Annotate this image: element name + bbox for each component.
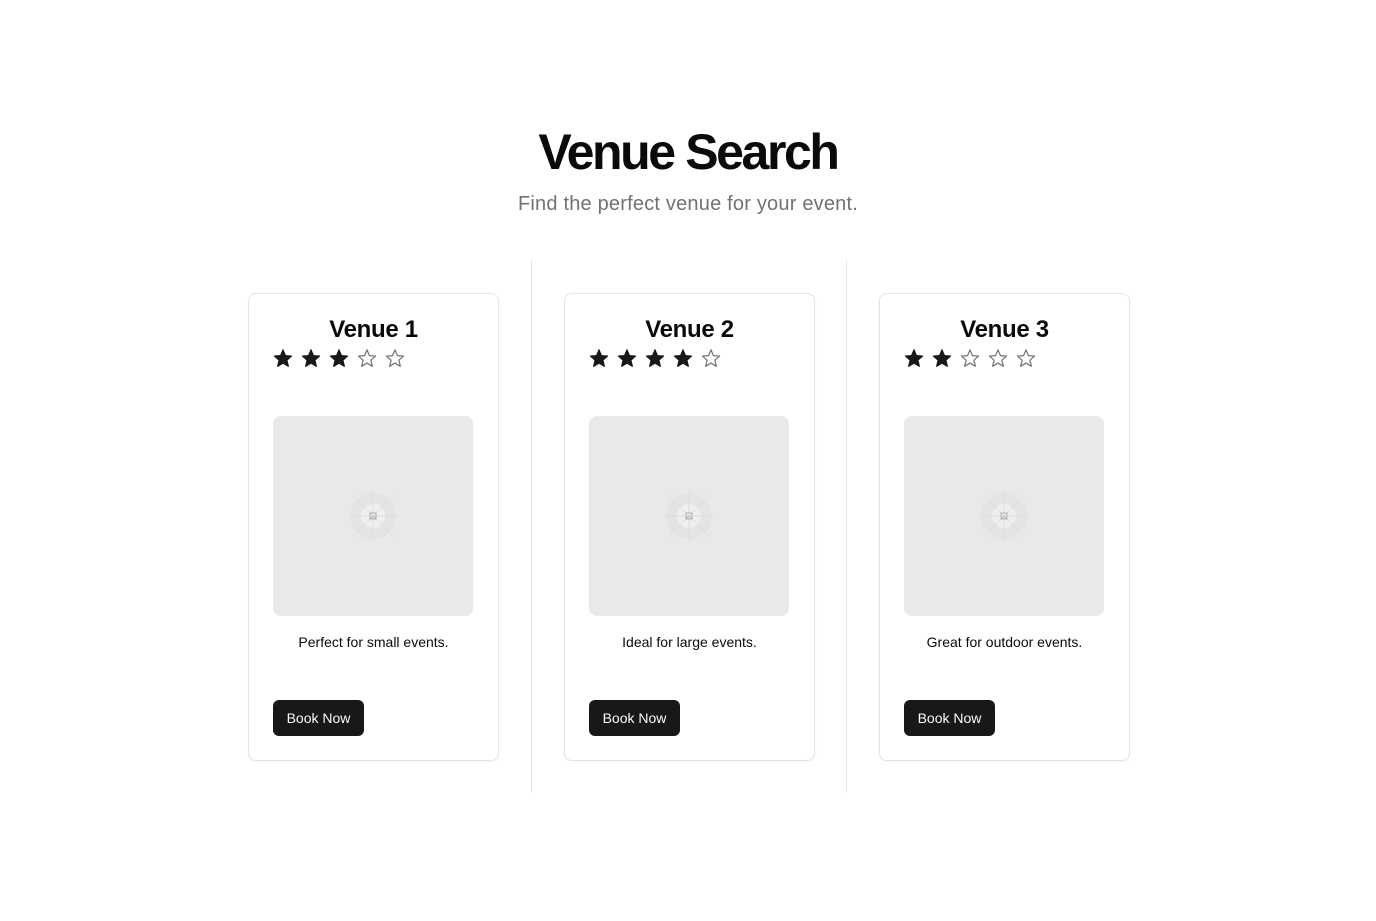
venue-description: Ideal for large events. [622,634,757,650]
venue-card: Venue 1 Perfect for small events. Book N… [248,293,499,761]
venue-title: Venue 1 [329,316,418,343]
star-filled-icon [301,349,321,367]
star-filled-icon [589,349,609,367]
star-empty-icon [988,349,1008,367]
venue-search-page: Venue Search Find the perfect venue for … [0,0,1376,921]
venue-description: Great for outdoor events. [926,634,1083,650]
venue-image-placeholder [904,416,1104,616]
venue-image-placeholder [589,416,789,616]
star-filled-icon [617,349,637,367]
book-now-button[interactable]: Book Now [589,700,680,736]
venue-card: Venue 2 Ideal for large events. Book Now [564,293,815,761]
venue-card: Venue 3 Great for outdoor events. Book N… [879,293,1130,761]
star-empty-icon [1016,349,1036,367]
star-filled-icon [273,349,293,367]
star-empty-icon [701,349,721,367]
venue-title: Venue 3 [960,316,1049,343]
star-rating [273,346,405,370]
column-divider [531,260,532,793]
page-title: Venue Search [538,124,840,180]
venue-image-placeholder [273,416,473,616]
star-empty-icon [385,349,405,367]
venue-description: Perfect for small events. [298,634,449,650]
column-divider [846,260,847,793]
star-filled-icon [932,349,952,367]
venue-title: Venue 2 [645,316,734,343]
star-filled-icon [904,349,924,367]
star-filled-icon [329,349,349,367]
star-filled-icon [673,349,693,367]
star-rating [589,346,721,370]
star-empty-icon [357,349,377,367]
page-subtitle: Find the perfect venue for your event. [517,193,858,215]
book-now-button[interactable]: Book Now [904,700,995,736]
star-rating [904,346,1036,370]
book-now-button[interactable]: Book Now [273,700,364,736]
star-empty-icon [960,349,980,367]
star-filled-icon [645,349,665,367]
